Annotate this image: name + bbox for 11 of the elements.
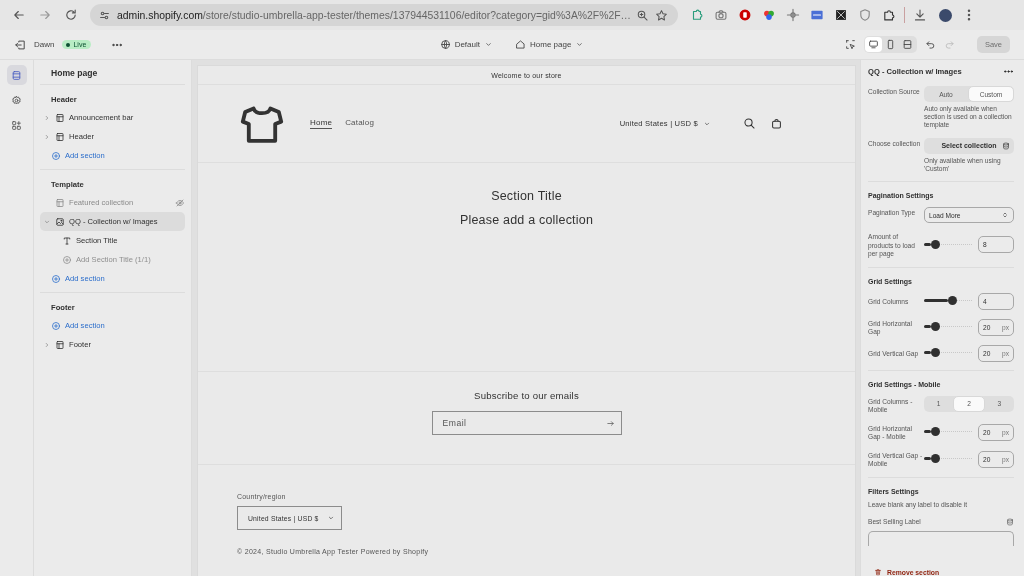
email-field[interactable]: Email [431,411,622,435]
newsletter-title: Subscribe to our emails [474,390,579,401]
page-dropdown[interactable]: Home page [515,39,585,50]
address-bar[interactable]: admin.shopify.com/store/studio-umbrella-app-tester/themes/137944531106/editor?category=gid%3A%2F%2F… [90,4,678,26]
empty-message: Please add a collection [459,213,594,227]
nav-link[interactable]: Catalog [345,118,375,129]
template-dropdown[interactable]: Default [439,39,493,50]
section-title: Section Title [491,189,562,203]
sidebar-title: Home page [50,67,99,80]
nav-link[interactable]: Home [310,118,333,129]
theme-name: Dawn [34,40,55,49]
